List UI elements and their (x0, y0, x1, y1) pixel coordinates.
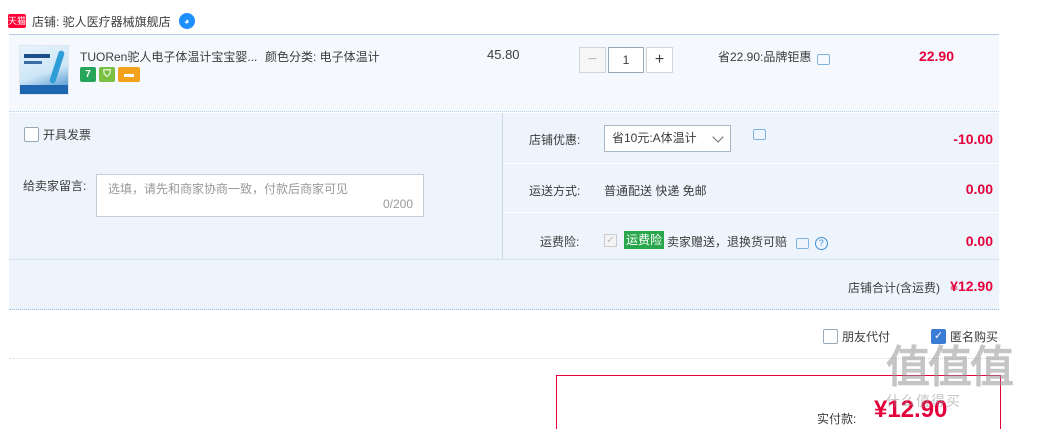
seven-day-return-icon: 7 (80, 67, 96, 82)
store-header: 天猫 店铺: 驼人医疗器械旗舰店 ◕ (8, 10, 195, 32)
seller-message-label: 给卖家留言: (23, 179, 87, 193)
store-discount-label: 店铺优惠: (529, 133, 581, 147)
insurance-checkbox: ✓ (604, 234, 617, 247)
friend-pay-checkbox[interactable] (823, 329, 838, 344)
pay-label: 实付款: (817, 412, 857, 426)
shipping-value: 0.00 (965, 181, 993, 197)
insurance-desc: 卖家赠送，退换货可赔 (667, 235, 788, 249)
tmall-badge-icon: 天猫 (8, 14, 27, 28)
product-thumbnail[interactable] (19, 45, 69, 95)
right-options: 店铺优惠: 省10元:A体温计 -10.00 运送方式: 普通配送 快递 免邮 … (504, 113, 999, 259)
invoice-checkbox[interactable] (24, 127, 39, 142)
store-discount-row: 店铺优惠: 省10元:A体温计 -10.00 (504, 113, 999, 164)
insurance-label: 运费险: (540, 235, 580, 249)
quantity-input[interactable]: 1 (608, 47, 644, 73)
order-options-panel: 开具发票 给卖家留言: 选填，请先和商家协商一致，付款后商家可见 0/200 店… (9, 113, 999, 259)
left-options: 开具发票 给卖家留言: 选填，请先和商家协商一致，付款后商家可见 0/200 (9, 113, 503, 259)
quantity-stepper: − 1 + (579, 47, 673, 73)
anonymous-checkbox[interactable]: ✓ (931, 329, 946, 344)
shipping-row: 运送方式: 普通配送 快递 免邮 0.00 (504, 164, 999, 213)
promo-text: 省22.90:品牌钜惠 (718, 50, 812, 64)
product-title-link[interactable]: TUORen驼人电子体温计宝宝婴... (80, 48, 257, 65)
quantity-plus-button[interactable]: + (646, 47, 673, 73)
store-total-value: ¥12.90 (950, 278, 993, 294)
cart-item-row: TUORen驼人电子体温计宝宝婴... 颜色分类: 电子体温计 7 ⛉ ▬ 45… (9, 34, 999, 112)
message-icon[interactable] (753, 129, 766, 140)
insurance-row: 运费险: ✓ 运费险 卖家赠送，退换货可赔 ? 0.00 (504, 213, 999, 259)
store-discount-selected: 省10元:A体温计 (612, 131, 697, 145)
shipping-method: 普通配送 快递 免邮 (604, 184, 707, 198)
message-icon[interactable] (817, 54, 831, 65)
product-sku: 颜色分类: 电子体温计 (265, 50, 380, 64)
friend-pay-option[interactable]: 朋友代付 (823, 328, 890, 345)
invoice-option[interactable]: 开具发票 (24, 126, 91, 143)
credit-card-icon: ▬ (118, 67, 140, 82)
watermark-bottom: 什么值得买 (886, 393, 961, 409)
item-promo: 省22.90:品牌钜惠 (718, 48, 831, 65)
insurance-value: 0.00 (965, 233, 993, 249)
message-char-counter: 0/200 (382, 197, 413, 211)
store-name-link[interactable]: 店铺: 驼人医疗器械旗舰店 (32, 13, 171, 30)
store-total-label: 店铺合计(含运费) (848, 281, 940, 295)
chevron-down-icon (712, 131, 724, 143)
insurance-text: 卖家赠送，退换货可赔 ? (667, 233, 828, 250)
shipping-label: 运送方式: (529, 184, 581, 198)
divider (9, 358, 999, 359)
seller-message-textarea[interactable]: 选填，请先和商家协商一致，付款后商家可见 0/200 (96, 174, 424, 217)
wangwang-chat-icon[interactable]: ◕ (178, 13, 195, 29)
shield-guarantee-icon: ⛉ (99, 67, 115, 82)
friend-pay-label: 朋友代付 (842, 330, 891, 344)
help-icon[interactable]: ? (814, 237, 828, 250)
service-badges: 7 ⛉ ▬ (80, 67, 140, 82)
store-discount-value: -10.00 (953, 131, 993, 147)
quantity-minus-button[interactable]: − (579, 47, 606, 73)
item-total: 22.90 (918, 48, 954, 64)
watermark-logo: 值值值 什么值得买 (886, 345, 1026, 429)
message-icon[interactable] (796, 238, 810, 249)
insurance-tag: 运费险 (624, 231, 665, 249)
message-placeholder: 选填，请先和商家协商一致，付款后商家可见 (108, 182, 349, 196)
watermark-top: 值值值 (886, 343, 1014, 392)
store-discount-select[interactable]: 省10元:A体温计 (604, 125, 731, 152)
store-total-row: 店铺合计(含运费) ¥12.90 (9, 259, 999, 310)
unit-price: 45.80 (487, 47, 520, 62)
invoice-label: 开具发票 (43, 128, 92, 142)
